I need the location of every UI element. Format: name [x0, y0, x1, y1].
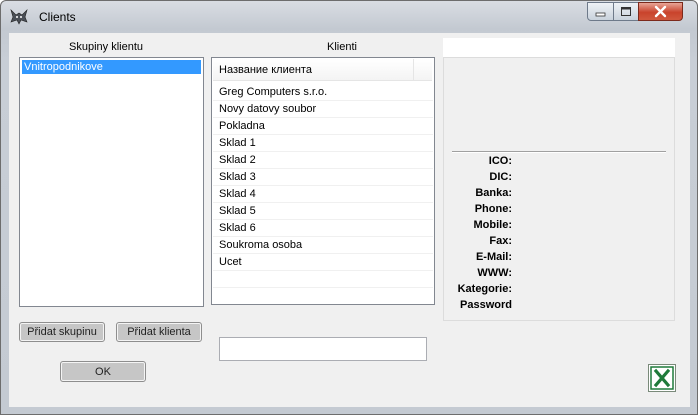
maximize-button[interactable] — [613, 2, 639, 21]
clients-column-header[interactable]: Название клиента — [213, 59, 432, 81]
client-row-5[interactable]: Sklad 3 — [213, 169, 433, 186]
mobile-label: Mobile: — [473, 219, 513, 231]
client-name: Greg Computers s.r.o. — [219, 86, 328, 98]
excel-export-icon — [650, 366, 674, 390]
excel-export-button[interactable] — [648, 364, 676, 392]
client-name: Sklad 4 — [219, 188, 256, 200]
column-separator[interactable] — [413, 59, 414, 80]
window-title: Clients — [39, 10, 76, 24]
client-row-7[interactable]: Sklad 5 — [213, 203, 433, 220]
maximize-icon — [621, 7, 631, 16]
minimize-icon — [595, 12, 606, 17]
client-name: Ucet — [219, 256, 242, 268]
client-name: Soukroma osoba — [219, 239, 303, 251]
groups-label: Skupiny klientu — [69, 41, 143, 53]
title-bar[interactable]: Clients — [1, 1, 697, 33]
add-group-button[interactable]: Přidat skupinu — [19, 322, 105, 342]
client-row-2[interactable]: Pokladna — [213, 118, 433, 135]
password-label: Password — [460, 299, 512, 311]
minimize-button[interactable] — [587, 2, 614, 21]
client-row-10[interactable]: Ucet — [213, 254, 433, 271]
wolf-app-icon[interactable] — [9, 7, 29, 27]
dic-label: DIC: — [489, 171, 512, 183]
client-row-8[interactable]: Sklad 6 — [213, 220, 433, 237]
client-area: Skupiny klientu Vnitropodnikove Klienti … — [9, 33, 690, 407]
close-button[interactable] — [638, 2, 683, 21]
close-icon — [654, 5, 667, 18]
phone-label: Phone: — [474, 203, 512, 215]
add-client-button[interactable]: Přidat klienta — [116, 322, 202, 342]
bank-label: Banka: — [475, 187, 512, 199]
client-name: Sklad 5 — [219, 205, 256, 217]
www-label: WWW: — [477, 267, 512, 279]
clients-listview[interactable]: Название клиента Greg Computers s.r.o. N… — [211, 57, 435, 305]
details-separator — [452, 151, 666, 153]
client-row-4[interactable]: Sklad 2 — [213, 152, 433, 169]
client-name: Novy datovy soubor — [219, 103, 317, 115]
client-name-column: Название клиента — [219, 64, 312, 76]
category-label: Kategorie: — [457, 283, 512, 295]
client-row-9[interactable]: Soukroma osoba — [213, 237, 433, 254]
client-row-empty[interactable] — [213, 271, 433, 288]
ico-label: ICO: — [488, 155, 512, 167]
client-details-panel: ICO: DIC: Banka: Phone: Mobile: Fax: E-M… — [443, 57, 675, 321]
groups-list[interactable]: Vnitropodnikove — [19, 57, 204, 307]
fax-label: Fax: — [489, 235, 512, 247]
client-name: Sklad 6 — [219, 222, 256, 234]
group-item-vnitropodnikove[interactable]: Vnitropodnikove — [22, 60, 201, 74]
client-search-input[interactable] — [219, 337, 427, 361]
client-name: Sklad 2 — [219, 154, 256, 166]
client-row-1[interactable]: Novy datovy soubor — [213, 101, 433, 118]
info-header-area — [443, 38, 675, 58]
client-row-0[interactable]: Greg Computers s.r.o. — [213, 84, 433, 101]
ok-button[interactable]: OK — [60, 361, 146, 382]
client-name: Pokladna — [219, 120, 265, 132]
clients-label: Klienti — [327, 41, 357, 53]
client-row-6[interactable]: Sklad 4 — [213, 186, 433, 203]
clients-window: Clients Skupiny klientu Vnitropodnikove … — [0, 0, 698, 415]
client-name: Sklad 1 — [219, 137, 256, 149]
email-label: E-Mail: — [475, 251, 512, 263]
client-name: Sklad 3 — [219, 171, 256, 183]
client-row-3[interactable]: Sklad 1 — [213, 135, 433, 152]
